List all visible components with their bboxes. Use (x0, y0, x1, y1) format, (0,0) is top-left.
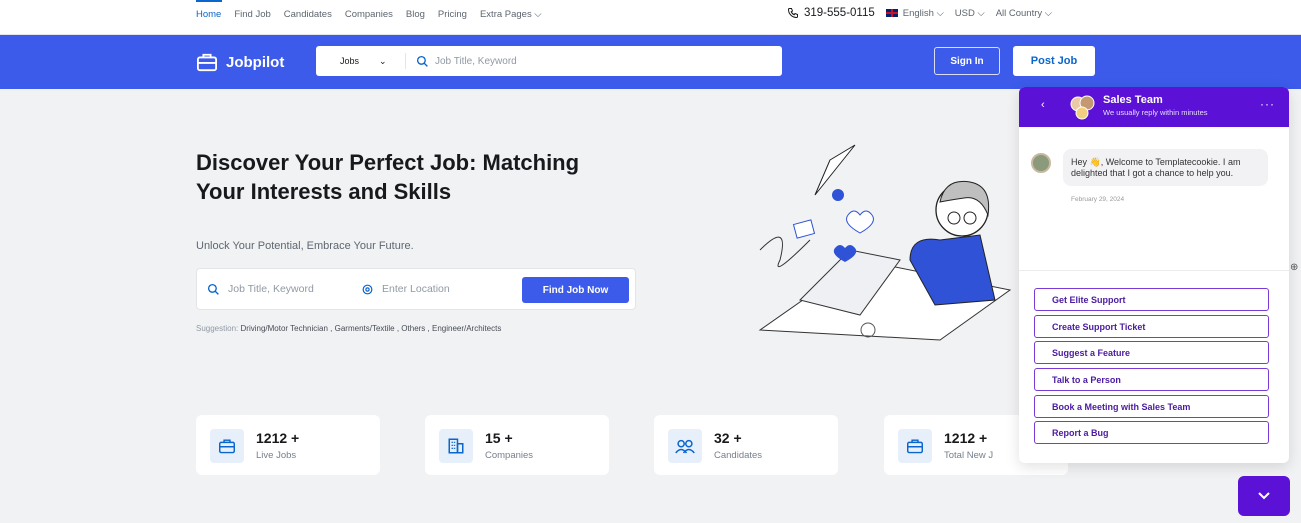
nav-blog[interactable]: Blog (406, 9, 425, 20)
search-category-select[interactable]: Jobs ⌄ (316, 53, 406, 69)
chat-option-support-ticket[interactable]: Create Support Ticket (1034, 315, 1269, 338)
stat-card-companies: 15 + Companies (425, 415, 609, 475)
top-bar: Home Find Job Candidates Companies Blog … (0, 0, 1301, 35)
briefcase-icon (197, 53, 217, 72)
chat-option-elite-support[interactable]: Get Elite Support (1034, 288, 1269, 311)
stat-card-candidates: 32 + Candidates (654, 415, 838, 475)
location-input[interactable]: Enter Location (361, 283, 450, 296)
phone-contact[interactable]: 319-555-0115 (787, 7, 875, 19)
country-label: All Country (995, 7, 1043, 19)
uk-flag-icon (885, 8, 898, 17)
stat-icon-box (439, 429, 473, 463)
nav-extra-pages[interactable]: Extra Pages ⌵ (480, 9, 542, 20)
suggestion-links[interactable]: Driving/Motor Technician , Garments/Text… (241, 324, 502, 333)
hero-illustration (758, 144, 1012, 341)
stat-icon-box (898, 429, 932, 463)
stat-icon-box (210, 429, 244, 463)
chevron-down-icon: ⌄ (379, 55, 387, 66)
currency-label: USD (954, 7, 975, 19)
nav-companies[interactable]: Companies (345, 9, 393, 20)
chevron-down-icon: ⌵ (936, 7, 944, 19)
message-date: February 29, 2024 (1071, 196, 1125, 203)
suggestions: Suggestion: Driving/Motor Technician , G… (196, 324, 501, 333)
stat-card-live-jobs: 1212 + Live Jobs (196, 415, 380, 475)
country-select[interactable]: All Country ⌵ (996, 8, 1052, 19)
nav-candidates[interactable]: Candidates (284, 9, 332, 20)
find-job-button[interactable]: Find Job Now (522, 277, 629, 303)
header-search-placeholder: Job Title, Keyword (435, 55, 517, 67)
chevron-down-icon (1258, 492, 1270, 500)
job-keyword-input[interactable]: Job Title, Keyword (207, 283, 357, 296)
header-search: Jobs ⌄ Job Title, Keyword (316, 46, 782, 76)
chevron-down-icon: ⌵ (1044, 7, 1052, 19)
job-search-box: Job Title, Keyword Enter Location Find J… (196, 268, 636, 310)
main-header: Jobpilot Jobs ⌄ Job Title, Keyword Sign I… (0, 35, 1301, 89)
chat-option-talk-person[interactable]: Talk to a Person (1034, 368, 1269, 391)
building-icon (448, 438, 464, 454)
chat-option-report-bug[interactable]: Report a Bug (1034, 421, 1269, 444)
brand-logo[interactable]: Jobpilot (196, 52, 284, 72)
chat-option-book-meeting[interactable]: Book a Meeting with Sales Team (1034, 395, 1269, 418)
divider (1019, 270, 1289, 271)
nav-pricing[interactable]: Pricing (438, 9, 467, 20)
briefcase-icon (219, 439, 235, 454)
currency-select[interactable]: USD ⌵ (955, 8, 985, 19)
chat-toggle-button[interactable] (1238, 476, 1290, 516)
top-nav: Home Find Job Candidates Companies Blog … (196, 0, 542, 20)
edge-icon[interactable]: ⊕ (1290, 262, 1298, 273)
stat-label: Candidates (714, 450, 763, 461)
nav-find-job[interactable]: Find Job (234, 9, 270, 20)
chevron-down-icon: ⌵ (977, 7, 985, 19)
stat-label: Total New J (944, 450, 994, 461)
location-pin-icon (362, 284, 373, 294)
team-avatars-icon (1070, 95, 1095, 120)
hero-subtitle: Unlock Your Potential, Embrace Your Futu… (196, 240, 414, 252)
nav-extra-pages-label: Extra Pages (479, 9, 532, 20)
stat-label: Companies (485, 450, 534, 461)
more-options-icon[interactable]: ··· (1260, 97, 1275, 111)
phone-icon (787, 8, 798, 19)
search-category-label: Jobs (340, 56, 360, 66)
chat-option-suggest-feature[interactable]: Suggest a Feature (1034, 341, 1269, 364)
search-icon (416, 55, 428, 67)
stat-value: 32 + (714, 430, 742, 446)
language-label: English (902, 7, 934, 19)
chat-header: ‹ Sales Team We usually reply within min… (1019, 87, 1289, 127)
header-search-input[interactable]: Job Title, Keyword (416, 55, 517, 68)
sign-in-button[interactable]: Sign In (934, 47, 1000, 75)
stat-value: 15 + (485, 430, 513, 446)
chat-title: Sales Team (1103, 94, 1163, 106)
stat-value: 1212 + (944, 430, 988, 446)
job-keyword-placeholder: Job Title, Keyword (228, 283, 314, 295)
chat-widget: ‹ Sales Team We usually reply within min… (1019, 87, 1289, 463)
post-job-button[interactable]: Post Job (1013, 46, 1095, 76)
phone-number: 319-555-0115 (804, 7, 875, 19)
agent-avatar (1031, 153, 1051, 173)
chevron-down-icon: ⌵ (534, 9, 542, 20)
chat-status: We usually reply within minutes (1103, 108, 1208, 117)
hero-title: Discover Your Perfect Job: Matching Your… (196, 150, 580, 204)
stat-value: 1212 + (256, 430, 300, 446)
language-select[interactable]: English ⌵ (885, 7, 944, 19)
stat-icon-box (668, 429, 702, 463)
chat-message: Hey 👋, Welcome to Templatecookie. I am d… (1063, 149, 1268, 186)
location-placeholder: Enter Location (382, 283, 450, 295)
brand-name: Jobpilot (226, 53, 285, 71)
suggestion-label: Suggestion: (196, 324, 239, 333)
page: Home Find Job Candidates Companies Blog … (0, 0, 1301, 523)
briefcase-icon (907, 439, 923, 454)
back-arrow-icon[interactable]: ‹ (1041, 99, 1045, 111)
search-icon (207, 283, 219, 295)
stat-label: Live Jobs (256, 450, 297, 461)
users-icon (675, 439, 695, 454)
top-right: 319-555-0115 English ⌵ USD ⌵ All Country… (787, 7, 1052, 19)
nav-home[interactable]: Home (196, 0, 223, 20)
